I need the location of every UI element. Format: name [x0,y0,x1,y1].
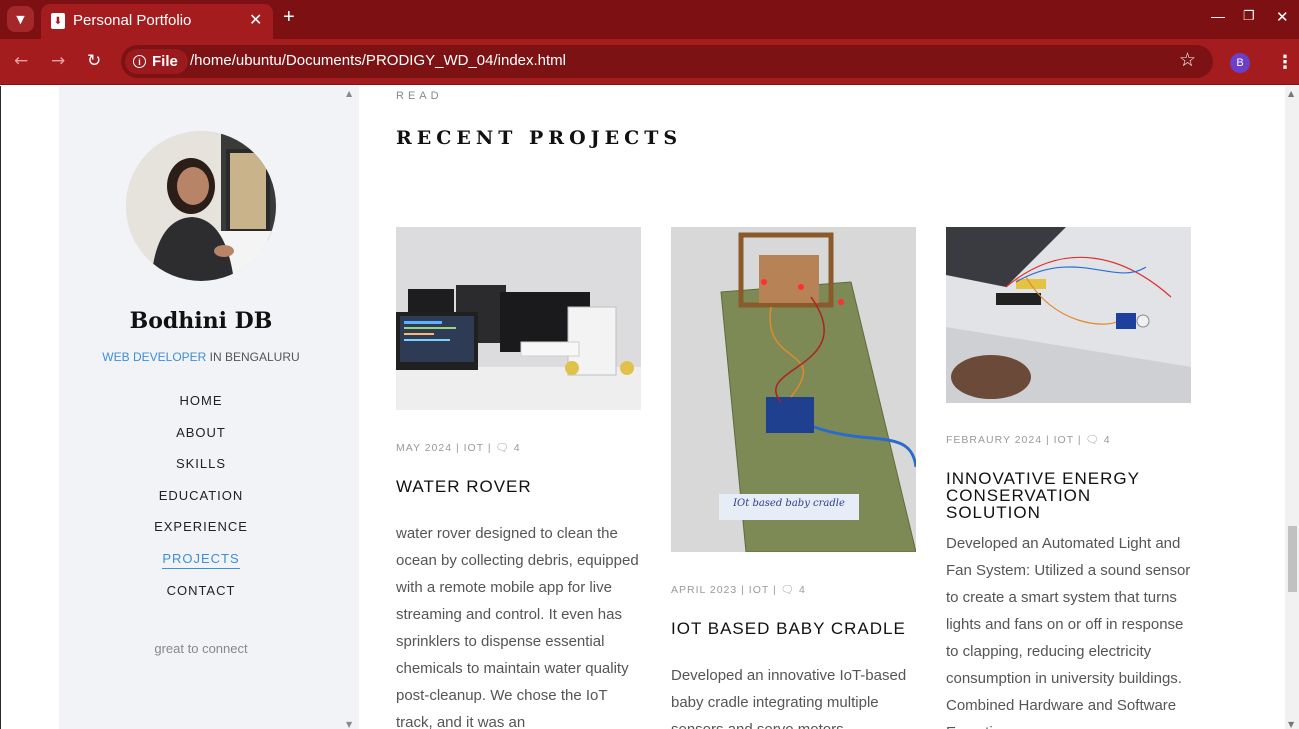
nav-item-contact[interactable]: CONTACT [59,583,343,615]
restore-icon[interactable]: ❐ [1243,8,1255,24]
role-location: IN BENGALURU [206,350,300,364]
project-image[interactable]: IOt based baby cradle [671,227,916,552]
nav-item-label: EXPERIENCE [154,519,248,535]
project-card [946,227,1191,403]
chevron-down-icon: ▼ [16,12,25,26]
page-scroll-down-icon[interactable]: ▼ [1288,720,1294,729]
section-title: RECENT PROJECTS [396,127,683,149]
tab-title: Personal Portfolio [73,12,192,29]
project-description: Developed an Automated Light and Fan Sys… [946,535,1191,729]
nav-item-label: SKILLS [175,456,227,472]
nav-item-projects[interactable]: PROJECTS [59,550,343,583]
site-info-chip[interactable]: i File [125,49,188,74]
project-date: MAY 2024 [396,442,453,454]
close-tab-icon[interactable]: ✕ [249,10,262,29]
nav-item-label: ABOUT [176,424,226,440]
comment-count: 4 [798,584,806,596]
project-meta: MAY 2024 | IOT | 🗨 4 [396,442,521,454]
back-arrow-icon[interactable]: ← [14,51,28,71]
profile-avatar[interactable]: B [1230,53,1250,73]
project-date: APRIL 2023 [671,584,738,596]
browser-toolbar: ← → ↻ i File /home/ubuntu/Documents/PROD… [0,39,1299,85]
sidebar-scroll-up-icon[interactable]: ▲ [346,89,352,98]
nav-item-home[interactable]: HOME [59,393,343,425]
nav-item-experience[interactable]: EXPERIENCE [59,519,343,551]
url-text[interactable]: /home/ubuntu/Documents/PRODIGY_WD_04/ind… [190,52,566,69]
page-scrollbar-thumb[interactable] [1288,526,1297,592]
project-category[interactable]: IOT [1054,434,1074,446]
window-edge [0,86,1,729]
image-label: IOt based baby cradle [733,498,845,509]
comment-icon: 🗨 [495,442,510,454]
forward-arrow-icon[interactable]: → [51,51,65,71]
project-meta: FEBRAURY 2024 | IOT | 🗨 4 [946,434,1111,446]
sidebar-scrollbar[interactable] [343,86,359,729]
nav-item-label: HOME [179,393,223,408]
project-title[interactable]: INNOVATIVE ENERGY CONSERVATION SOLUTION [946,470,1191,521]
nav-item-education[interactable]: EDUCATION [59,488,343,520]
nav-item-skills[interactable]: SKILLS [59,456,343,488]
minimize-icon[interactable]: — [1211,8,1225,24]
reload-icon[interactable]: ↻ [87,51,101,71]
project-meta: APRIL 2023 | IOT | 🗨 4 [671,584,806,596]
comment-count: 4 [1103,434,1111,446]
comment-count: 4 [513,442,521,454]
tab-search-button[interactable]: ▼ [7,6,34,32]
close-window-icon[interactable]: ✕ [1276,8,1289,26]
bookmark-star-icon[interactable]: ☆ [1179,49,1196,71]
project-image[interactable] [396,227,641,410]
section-kicker: READ [396,90,443,102]
address-bar[interactable]: i File /home/ubuntu/Documents/PRODIGY_WD… [121,45,1213,78]
tab-strip: ▼ ⬇ Personal Portfolio ✕ + — ❐ ✕ [0,0,1299,39]
nav-item-label: EDUCATION [158,487,244,503]
project-title[interactable]: IOT BASED BABY CRADLE [671,620,916,637]
page-scroll-up-icon[interactable]: ▲ [1288,89,1294,98]
project-category[interactable]: IOT [749,584,769,596]
info-icon: i [133,55,146,68]
project-title[interactable]: WATER ROVER [396,478,641,495]
sidebar-scroll-down-icon[interactable]: ▼ [346,720,352,729]
project-date: FEBRAURY 2024 [946,434,1043,446]
comment-icon: 🗨 [1085,434,1100,446]
nav-item-label: CONTACT [166,582,236,598]
active-tab[interactable]: ⬇ Personal Portfolio ✕ [41,4,273,39]
comment-icon: 🗨 [780,584,796,596]
more-menu-icon[interactable]: ⋮ [1276,52,1294,73]
page-viewport: ▲ ▼ Bodhini DB WEB DEVELOPER IN BENGALUR… [0,86,1299,729]
sidebar-tagline: great to connect [154,641,248,656]
project-description: water rover designed to clean the ocean … [396,525,639,729]
site-info-label: File [152,53,178,70]
sidebar-nav: HOME ABOUT SKILLS EDUCATION EXPERIENCE P… [59,393,343,614]
project-image[interactable] [946,227,1191,403]
page-scrollbar[interactable] [1285,86,1299,729]
project-card [396,227,641,410]
profile-role: WEB DEVELOPER IN BENGALURU [59,350,343,364]
profile-photo [126,131,276,281]
nav-item-about[interactable]: ABOUT [59,425,343,457]
file-favicon-icon: ⬇ [51,13,65,29]
role-highlight: WEB DEVELOPER [102,350,207,364]
project-category[interactable]: IOT [464,442,484,454]
project-description: Developed an innovative IoT-based baby c… [671,667,907,729]
project-card: IOt based baby cradle [671,227,916,552]
nav-item-label: PROJECTS [162,550,240,569]
profile-name: Bodhini DB [129,308,273,334]
new-tab-button[interactable]: + [283,6,303,30]
